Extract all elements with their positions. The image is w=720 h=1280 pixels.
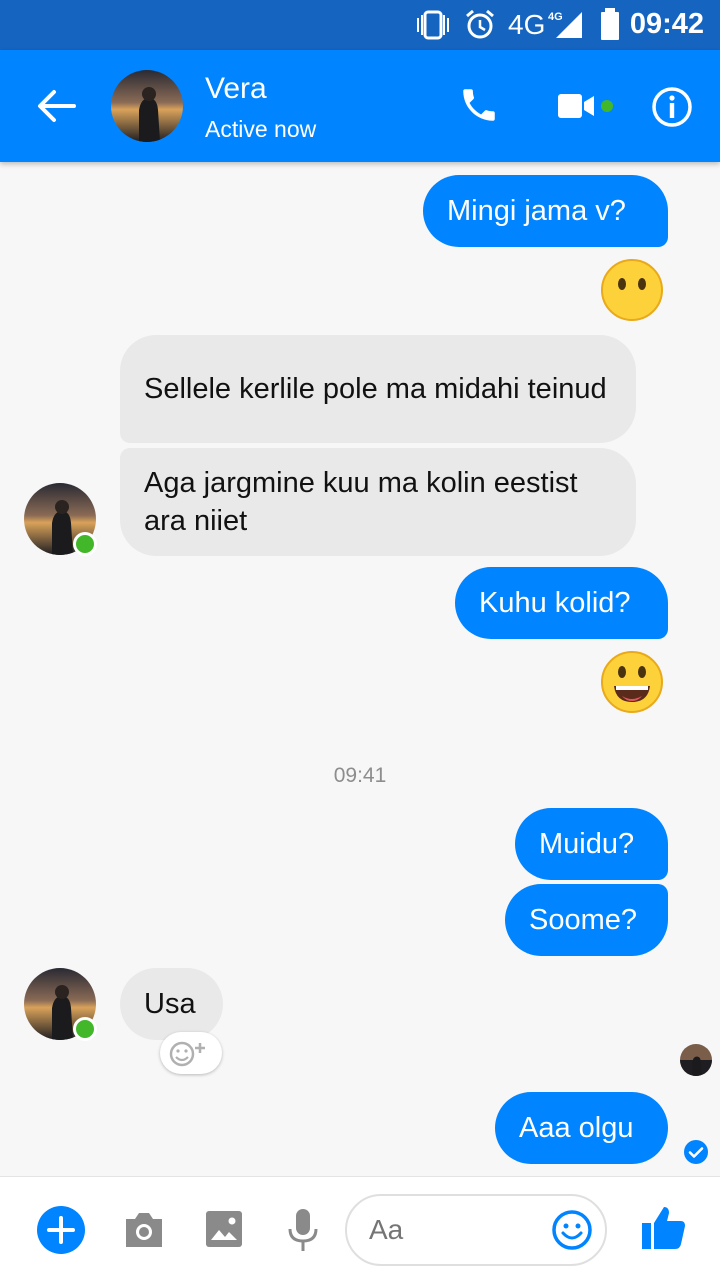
emoji-icon[interactable] [551, 1209, 593, 1251]
message-bubble-outgoing[interactable]: Mingi jama v? [423, 175, 668, 247]
message-bubble-outgoing[interactable]: Muidu? [515, 808, 668, 880]
grinning-face-emoji [601, 651, 663, 713]
back-arrow-icon[interactable] [34, 86, 78, 126]
plus-icon[interactable] [36, 1205, 86, 1255]
thumbs-up-icon[interactable] [640, 1203, 686, 1251]
vibrate-icon [417, 10, 449, 40]
contact-name: Vera [205, 72, 267, 105]
contact-status: Active now [205, 116, 317, 142]
clock: 09:42 [629, 8, 704, 40]
svg-text:4G: 4G [548, 11, 563, 23]
camera-icon[interactable] [122, 1211, 166, 1249]
message-bubble-incoming[interactable]: Sellele kerlile pole ma midahi teinud [120, 335, 636, 443]
video-online-dot [601, 100, 613, 112]
message-bubble-outgoing[interactable]: Aaa olgu [495, 1092, 668, 1164]
message-composer [0, 1176, 720, 1280]
message-bubble-incoming[interactable]: Aga jargmine kuu ma kolin eestist ara ni… [120, 448, 636, 556]
status-bar: 4G 4G 09:42 [0, 0, 720, 50]
read-receipt-avatar [680, 1044, 712, 1076]
microphone-icon[interactable] [287, 1207, 319, 1253]
message-bubble-outgoing[interactable]: Soome? [505, 884, 668, 956]
message-timestamp: 09:41 [333, 764, 387, 787]
message-bubble-outgoing[interactable]: Kuhu kolid? [455, 567, 668, 639]
signal-icon: 4G [548, 11, 582, 38]
video-camera-icon[interactable] [556, 90, 596, 122]
online-status-dot [73, 1017, 97, 1041]
info-icon[interactable] [651, 86, 693, 128]
add-reaction-icon [169, 1041, 205, 1067]
network-type: 4G [508, 9, 546, 40]
conversation-header: Vera Active now [0, 50, 720, 162]
neutral-face-emoji [601, 259, 663, 321]
gallery-icon[interactable] [205, 1210, 243, 1248]
message-bubble-incoming[interactable]: Usa [120, 968, 223, 1040]
add-reaction-button[interactable] [160, 1032, 222, 1074]
battery-icon [601, 8, 619, 40]
online-status-dot [73, 532, 97, 556]
delivered-check-icon [684, 1140, 708, 1164]
contact-avatar[interactable] [111, 70, 183, 142]
phone-icon[interactable] [458, 84, 500, 126]
alarm-icon [466, 9, 494, 39]
